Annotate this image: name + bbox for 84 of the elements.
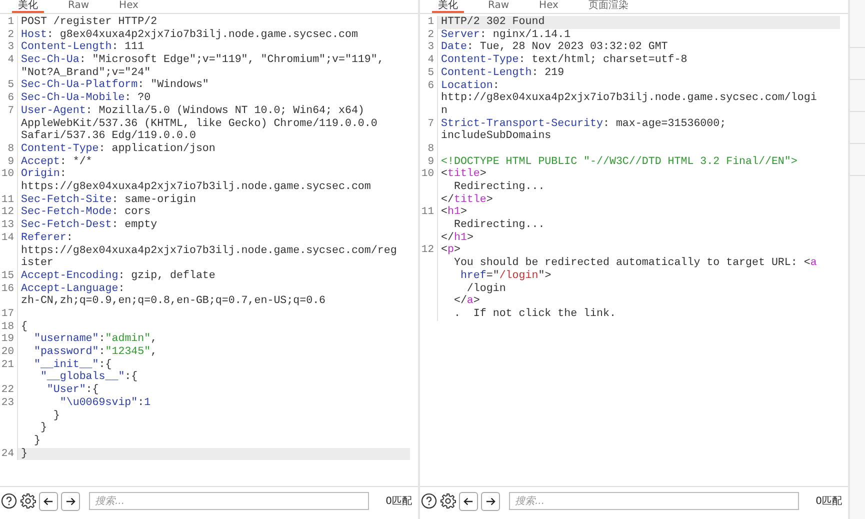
line-number: 9 — [428, 156, 434, 168]
match-count: 0匹配 — [816, 495, 842, 508]
settings-icon[interactable] — [20, 493, 36, 509]
code-line: User-Agent: Mozilla/5.0 (Windows NT 10.0; Win64; x64) AppleWebKit/537.36 (KHTML, like Gecko) Chrome/119.0.0.0 Safari/537.36 Edg/119.0.0.0 — [20, 104, 378, 143]
code-line: { — [20, 320, 28, 334]
line-number: 19 — [1, 333, 14, 346]
line-number: 5 — [8, 79, 14, 92]
code-line: "\u0069svip":1 } } } — [32, 396, 152, 448]
tab[interactable]: Hex — [533, 0, 564, 13]
code-line: Strict-Transport-Security: max-age=31536000; includeSubDomains — [440, 118, 728, 143]
tab[interactable]: Raw — [482, 0, 516, 13]
code-line: "password":"12345", — [32, 346, 158, 359]
line-number: 4 — [8, 54, 14, 66]
code-line: Sec-Ch-Ua: "Microsoft Edge";v="119", "Chromium";v="119", "Not?A_Brand";v="24" — [20, 54, 385, 79]
code-line: "username":"admin", — [32, 333, 158, 346]
code-line: Sec-Ch-Ua-Platform: "Windows" — [20, 79, 210, 92]
line-number: 12 — [421, 244, 434, 256]
code-line: Location: http://g8ex04xuxa4p2xjx7io7b3ilj.node.game.sycsec.com/logi n — [440, 80, 818, 118]
line-number: 18 — [1, 320, 14, 333]
line-number: 9 — [8, 156, 14, 168]
line-number: 16 — [1, 282, 14, 295]
match-count: 0匹配 — [386, 495, 412, 508]
line-number: 4 — [428, 54, 434, 66]
line-number: 15 — [1, 270, 14, 282]
code-line: <p> You should be redirected automatically to target URL: <a href="/login"> /login </a> . If not click the link. — [440, 244, 818, 321]
code-line: Content-Length: 219 — [440, 66, 566, 80]
code-line: Sec-Fetch-Dest: empty — [20, 219, 158, 232]
code-line: Origin: https://g8ex04xuxa4p2xjx7io7b3ilj.node.game.sycsec.com — [20, 168, 372, 194]
search-field[interactable]: 搜索... — [509, 492, 799, 510]
line-number: 21 — [1, 358, 14, 371]
line-number: 8 — [428, 142, 434, 155]
forward-button[interactable] — [481, 492, 500, 510]
tab[interactable]: Hex — [113, 0, 144, 13]
settings-icon[interactable] — [440, 493, 456, 509]
line-number: 7 — [428, 118, 434, 130]
line-number: 24 — [1, 448, 14, 460]
line-number: 20 — [1, 346, 14, 358]
line-number: 11 — [421, 206, 434, 218]
search-field[interactable]: 搜索... — [89, 492, 369, 510]
code-line: <h1> Redirecting... </h1> — [440, 206, 546, 244]
back-button[interactable] — [39, 492, 58, 510]
line-number: 13 — [1, 219, 14, 232]
line-number: 6 — [428, 80, 434, 92]
line-number: 10 — [421, 168, 434, 180]
back-button[interactable] — [459, 492, 478, 510]
code-line: "__init__":{ "__globals__":{ — [32, 358, 139, 384]
line-number: 8 — [8, 142, 14, 155]
code-line: Date: Tue, 28 Nov 2023 03:32:02 GMT — [440, 41, 669, 54]
code-line: Content-Type: application/json — [20, 142, 216, 156]
line-number: 23 — [1, 396, 14, 409]
code-line: Accept-Encoding: gzip, deflate — [20, 270, 216, 283]
line-number: 5 — [428, 66, 434, 79]
line-number: 3 — [428, 41, 434, 54]
line-number: 22 — [1, 384, 14, 396]
code-line: Sec-Ch-Ua-Mobile: ?0 — [20, 92, 152, 105]
code-line: Sec-Fetch-Mode: cors — [20, 206, 152, 219]
line-number: 3 — [8, 41, 14, 54]
line-number: 1 — [428, 16, 434, 28]
code-line: Accept-Language: zh-CN,zh;q=0.9,en;q=0.8,en-GB;q=0.7,en-US;q=0.6 — [20, 282, 327, 308]
line-number: 10 — [1, 168, 14, 180]
code-line: POST /register HTTP/2 — [20, 16, 158, 29]
line-number: 14 — [1, 232, 14, 244]
code-line: Sec-Fetch-Site: same-origin — [20, 194, 197, 206]
line-number: 1 — [8, 16, 14, 28]
code-line: Host: g8ex04xuxa4p2xjx7io7b3ilj.node.game.sycsec.com — [20, 28, 359, 41]
code-line: Accept: */* — [20, 156, 94, 168]
line-number: 12 — [1, 206, 14, 218]
code-line: "User":{ — [46, 384, 100, 397]
forward-button[interactable] — [61, 492, 80, 510]
line-number: 11 — [1, 194, 14, 206]
line-number: 6 — [8, 92, 14, 104]
code-line: Content-Length: 111 — [20, 41, 146, 54]
code-line: Referer: https://g8ex04xuxa4p2xjx7io7b3ilj.node.game.sycsec.com/reg ister — [20, 232, 398, 270]
line-number: 17 — [1, 308, 14, 320]
line-number: 2 — [8, 28, 14, 41]
help-icon[interactable] — [421, 493, 437, 509]
line-number: 7 — [8, 104, 14, 117]
help-icon[interactable] — [1, 493, 17, 509]
code-line: <title> Redirecting... </title> — [440, 168, 546, 206]
code-line: Content-Type: text/html; charset=utf-8 — [440, 54, 688, 67]
tab[interactable]: Raw — [62, 0, 96, 13]
line-number: 2 — [428, 28, 434, 41]
code-line: <!DOCTYPE HTML PUBLIC "-//W3C//DTD HTML 3.2 Final//EN"> — [440, 156, 798, 168]
code-line: Server: nginx/1.14.1 — [440, 28, 572, 42]
